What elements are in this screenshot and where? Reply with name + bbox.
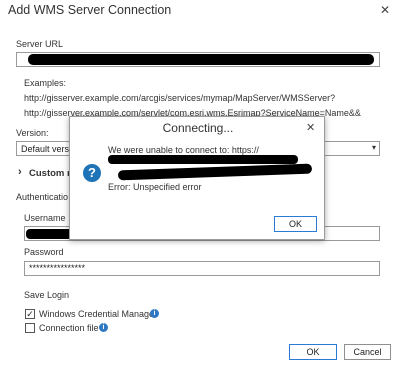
- connection-file-label[interactable]: Connection file: [39, 323, 99, 333]
- save-login-label: Save Login: [24, 290, 70, 300]
- chevron-down-icon[interactable]: ▾: [372, 143, 376, 152]
- windows-credential-checkbox[interactable]: ✓: [25, 309, 35, 319]
- dialog-message: We were unable to connect to: https://: [108, 145, 259, 155]
- close-icon[interactable]: ✕: [306, 121, 315, 134]
- server-url-label: Server URL: [16, 39, 64, 49]
- version-label: Version:: [16, 128, 49, 138]
- connecting-dialog: Connecting... ✕ ? We were unable to conn…: [69, 116, 325, 240]
- windows-credential-label[interactable]: Windows Credential Manager: [39, 309, 157, 319]
- dialog-error: Error: Unspecified error: [108, 182, 202, 192]
- ok-button[interactable]: OK: [289, 344, 337, 360]
- username-label: Username: [24, 213, 66, 223]
- info-icon[interactable]: i: [99, 323, 108, 332]
- redaction-scribble: [28, 54, 374, 65]
- examples-heading: Examples:: [24, 78, 67, 88]
- window-title: Add WMS Server Connection: [8, 3, 172, 17]
- info-icon[interactable]: i: [150, 309, 159, 318]
- authentication-label: Authenticatio: [16, 192, 69, 202]
- dialog-title: Connecting...: [162, 121, 234, 135]
- password-label: Password: [24, 247, 64, 257]
- password-input[interactable]: ****************: [24, 261, 380, 276]
- example-url-1: http://gisserver.example.com/arcgis/serv…: [24, 93, 336, 103]
- username-redaction: [26, 229, 72, 239]
- question-icon: ?: [83, 164, 101, 182]
- message-redaction-1: [108, 155, 298, 164]
- password-value: ****************: [29, 263, 86, 273]
- close-icon[interactable]: ✕: [380, 3, 390, 17]
- expand-chevron-icon[interactable]: ›: [18, 166, 22, 178]
- dialog-ok-button[interactable]: OK: [274, 216, 317, 232]
- connection-file-checkbox[interactable]: [25, 323, 35, 333]
- message-redaction-2: [117, 163, 313, 181]
- cancel-button[interactable]: Cancel: [344, 344, 391, 360]
